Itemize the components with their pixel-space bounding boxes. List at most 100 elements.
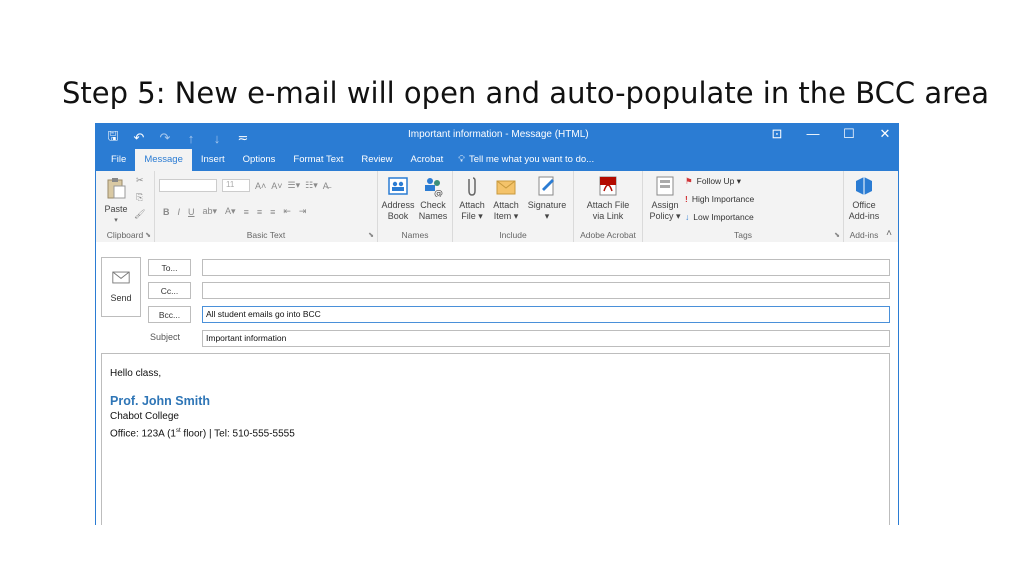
format-painter-icon[interactable]: 🖌︎ bbox=[134, 209, 145, 220]
tab-format-text[interactable]: Format Text bbox=[284, 149, 352, 171]
quick-access-toolbar: 🖫 ↶ ↷ ↑ ↓ ≂ bbox=[106, 127, 250, 149]
tab-file[interactable]: File bbox=[102, 149, 135, 171]
office-add-ins-label-1: Office bbox=[852, 200, 876, 210]
shrink-font-icon[interactable]: A˅ bbox=[271, 181, 282, 191]
copy-icon[interactable]: ⎘ bbox=[136, 192, 143, 203]
font-size-combo[interactable]: 11 bbox=[222, 179, 250, 192]
close-icon[interactable]: ✕ bbox=[878, 126, 892, 142]
group-names: Address Book @ Check Names Names bbox=[378, 171, 453, 242]
address-book-button[interactable]: Address Book bbox=[380, 175, 416, 222]
bcc-button[interactable]: Bcc... bbox=[148, 306, 191, 323]
signature-button[interactable]: Signature ▾ bbox=[523, 175, 571, 222]
attach-item-button[interactable]: Attach Item ▾ bbox=[489, 175, 523, 222]
customize-icon[interactable]: ≂ bbox=[236, 130, 250, 146]
highlight-icon[interactable]: ab▾ bbox=[203, 206, 218, 217]
align-left-icon[interactable]: ≡ bbox=[244, 207, 249, 217]
low-importance-button[interactable]: ↓ Low Importance bbox=[685, 212, 754, 222]
address-book-label-1: Address bbox=[381, 200, 415, 210]
acrobat-icon bbox=[599, 176, 617, 196]
signature-office: Office: 123A (1st floor) | Tel: 510-555-… bbox=[110, 424, 881, 441]
ribbon-display-icon[interactable]: ⊡ bbox=[770, 126, 784, 142]
cc-button[interactable]: Cc... bbox=[148, 282, 191, 299]
dialog-launcher-icon[interactable]: ⬊ bbox=[368, 231, 374, 239]
office-add-ins-icon bbox=[856, 177, 872, 195]
acrobat-label-1: Attach File bbox=[586, 200, 630, 210]
tab-acrobat[interactable]: Acrobat bbox=[402, 149, 453, 171]
bullets-icon[interactable]: ☰▾ bbox=[288, 180, 301, 191]
names-label: Names bbox=[401, 230, 429, 240]
save-icon[interactable]: 🖫 bbox=[106, 127, 120, 149]
paste-button[interactable]: Paste ▾ bbox=[100, 175, 132, 226]
check-names-icon: @ bbox=[425, 178, 443, 197]
bold-icon[interactable]: B bbox=[163, 207, 170, 217]
title-bar: 🖫 ↶ ↷ ↑ ↓ ≂ Important information - Mess… bbox=[96, 123, 898, 149]
follow-up-button[interactable]: ⚑ Follow Up ▾ bbox=[685, 176, 741, 187]
office-add-ins-button[interactable]: Office Add-ins bbox=[846, 175, 882, 222]
cc-field[interactable] bbox=[202, 282, 890, 299]
flag-icon: ⚑ bbox=[685, 176, 693, 186]
signature-org: Chabot College bbox=[110, 411, 179, 422]
send-icon bbox=[112, 271, 130, 284]
low-importance-icon: ↓ bbox=[685, 212, 690, 222]
tab-message[interactable]: Message bbox=[135, 149, 192, 171]
to-field[interactable] bbox=[202, 259, 890, 276]
high-importance-button[interactable]: ! High Importance bbox=[685, 194, 754, 204]
dialog-launcher-icon[interactable]: ⬊ bbox=[834, 231, 840, 239]
assign-policy-icon bbox=[656, 176, 674, 196]
signature-office-pre: Office: 123A (1 bbox=[110, 428, 176, 440]
check-names-label-1: Check bbox=[420, 200, 446, 210]
dialog-launcher-icon[interactable]: ⬊ bbox=[145, 231, 151, 239]
window-controls: ⊡ — ☐ ✕ bbox=[770, 126, 892, 142]
collapse-ribbon-icon[interactable]: ˄ bbox=[886, 228, 892, 239]
send-button[interactable]: Send bbox=[101, 257, 141, 317]
decrease-indent-icon[interactable]: ⇤ bbox=[283, 206, 291, 217]
message-body[interactable]: Hello class, Prof. John Smith Chabot Col… bbox=[101, 353, 890, 525]
address-book-label-2: Book bbox=[387, 211, 409, 221]
align-right-icon[interactable]: ≡ bbox=[270, 207, 275, 217]
acrobat-group-label: Adobe Acrobat bbox=[580, 230, 636, 240]
attach-item-label-1: Attach bbox=[493, 200, 519, 210]
attach-file-button[interactable]: Attach File ▾ bbox=[455, 175, 489, 222]
tab-options[interactable]: Options bbox=[234, 149, 285, 171]
check-names-label-2: Names bbox=[418, 211, 448, 221]
assign-policy-label-2: Policy ▾ bbox=[649, 211, 681, 221]
align-center-icon[interactable]: ≡ bbox=[257, 207, 262, 217]
tab-review[interactable]: Review bbox=[352, 149, 401, 171]
assign-policy-button[interactable]: Assign Policy ▾ bbox=[647, 175, 683, 222]
office-add-ins-label-2: Add-ins bbox=[848, 211, 880, 221]
tab-insert[interactable]: Insert bbox=[192, 149, 234, 171]
svg-text:@: @ bbox=[434, 189, 443, 197]
attach-via-link-button[interactable]: Attach File via Link bbox=[576, 175, 640, 222]
signature-dropdown: ▾ bbox=[544, 211, 550, 221]
to-button[interactable]: To... bbox=[148, 259, 191, 276]
font-name-combo[interactable] bbox=[159, 179, 217, 192]
acrobat-label-2: via Link bbox=[592, 211, 624, 221]
numbering-icon[interactable]: ☷▾ bbox=[305, 180, 318, 191]
undo-icon[interactable]: ↶ bbox=[132, 130, 146, 146]
cut-icon[interactable]: ✂ bbox=[136, 175, 144, 186]
subject-field[interactable]: Important information bbox=[202, 330, 890, 347]
tell-me-text: Tell me what you want to do... bbox=[468, 154, 595, 165]
bcc-field[interactable]: All student emails go into BCC bbox=[202, 306, 890, 323]
ribbon: Paste ▾ ✂ ⎘ 🖌︎ Clipboard ⬊ 11 A˄ A˅ ☰▾ ☷… bbox=[96, 171, 898, 243]
italic-icon[interactable]: I bbox=[178, 207, 181, 217]
signature-icon bbox=[538, 176, 554, 196]
minimize-icon[interactable]: — bbox=[806, 126, 820, 142]
underline-icon[interactable]: U bbox=[188, 207, 195, 217]
check-names-button[interactable]: @ Check Names bbox=[416, 175, 450, 222]
assign-policy-label-1: Assign bbox=[651, 200, 679, 210]
clear-formatting-icon[interactable]: A̶ bbox=[323, 181, 329, 191]
up-icon[interactable]: ↑ bbox=[184, 131, 198, 146]
paste-icon bbox=[107, 178, 126, 199]
font-color-icon[interactable]: A▾ bbox=[225, 206, 236, 217]
increase-indent-icon[interactable]: ⇥ bbox=[299, 206, 307, 217]
high-importance-icon: ! bbox=[685, 194, 688, 204]
group-basic-text: 11 A˄ A˅ ☰▾ ☷▾ A̶ B I U ab▾ A▾ ≡ ≡ ≡ ⇤ ⇥… bbox=[155, 171, 378, 242]
redo-icon[interactable]: ↷ bbox=[158, 130, 172, 146]
address-book-icon bbox=[388, 177, 408, 195]
low-importance-label: Low Importance bbox=[693, 212, 754, 222]
grow-font-icon[interactable]: A˄ bbox=[255, 181, 266, 191]
tell-me-box[interactable]: 💡︎ Tell me what you want to do... bbox=[458, 149, 594, 171]
down-icon[interactable]: ↓ bbox=[210, 131, 224, 146]
maximize-icon[interactable]: ☐ bbox=[842, 126, 856, 142]
